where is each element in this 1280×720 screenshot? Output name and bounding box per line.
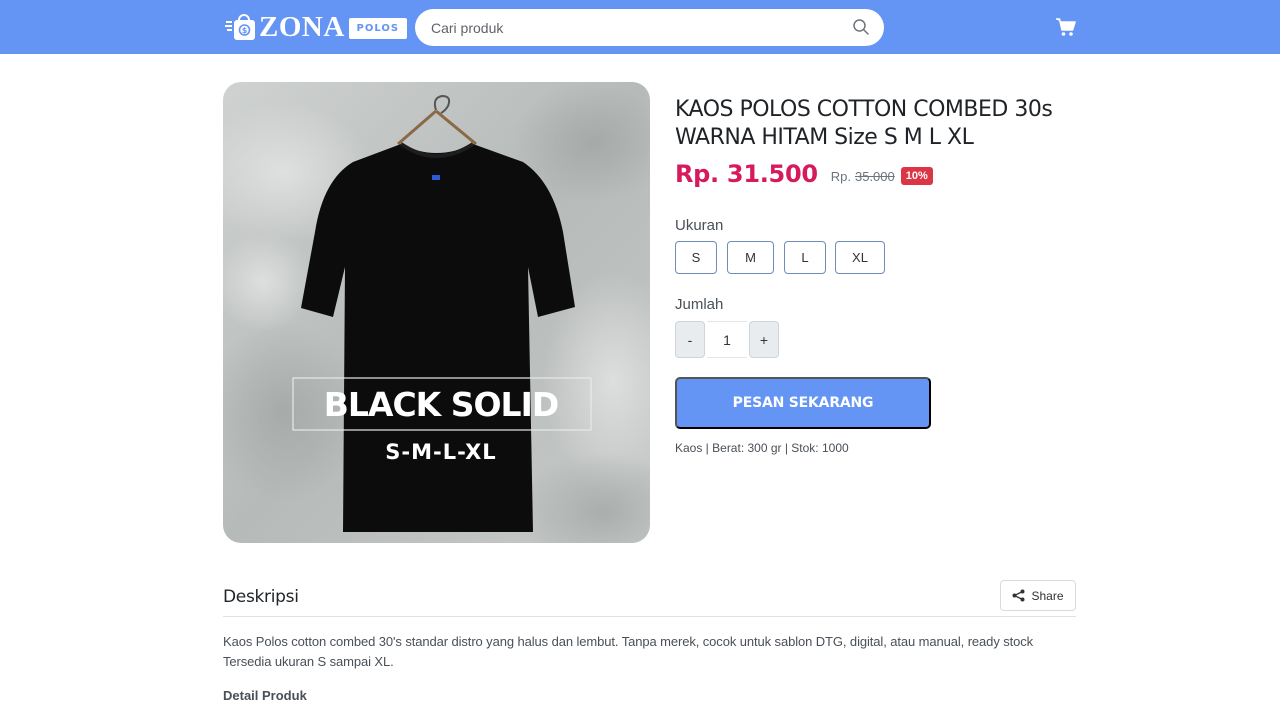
qty-input[interactable] (707, 321, 747, 358)
quantity-stepper: - + (675, 321, 779, 358)
order-now-button[interactable]: PESAN SEKARANG (675, 377, 931, 429)
product-price: Rp. 31.500 (675, 160, 818, 188)
original-price: 35.000 (854, 168, 895, 184)
brand-name: ZONA (259, 11, 345, 43)
cart-icon[interactable] (1056, 17, 1076, 37)
brand-badge: POLOS (348, 18, 407, 39)
description-text: Kaos Polos cotton combed 30's standar di… (223, 634, 1034, 669)
product-meta: Kaos | Berat: 300 gr | Stok: 1000 (675, 441, 849, 455)
description-divider (223, 616, 1076, 617)
size-options: S M L XL (675, 241, 885, 274)
size-label: Ukuran (675, 217, 724, 234)
detail-heading: Detail Produk (223, 688, 307, 703)
size-option-l[interactable]: L (784, 241, 826, 274)
qty-decrease-button[interactable]: - (675, 321, 705, 358)
qty-increase-button[interactable]: + (749, 321, 779, 358)
search-input[interactable] (415, 9, 835, 46)
discount-badge: 10% (900, 167, 933, 185)
product-image: BLACK SOLID S-M-L-XL (223, 82, 650, 543)
size-option-m[interactable]: M (727, 241, 774, 274)
search-bar (415, 9, 884, 46)
price-row: Rp. 31.500 Rp. 35.000 10% (675, 160, 933, 188)
search-icon[interactable] (852, 18, 870, 36)
size-option-xl[interactable]: XL (835, 241, 885, 274)
product-title: KAOS POLOS COTTON COMBED 30s WARNA HITAM… (675, 97, 1053, 150)
share-label: Share (1031, 588, 1064, 603)
original-price-label: Rp. (830, 168, 851, 184)
share-button[interactable]: Share (1000, 580, 1076, 611)
shopping-bag-logo-icon: $ (225, 12, 257, 42)
svg-text:$: $ (242, 26, 248, 35)
image-overlay-sizes: S-M-L-XL (385, 440, 496, 464)
description-heading: Deskripsi (223, 587, 299, 607)
image-overlay-title: BLACK SOLID (324, 385, 559, 424)
qty-label: Jumlah (675, 296, 724, 313)
share-icon (1012, 589, 1025, 602)
navbar: $ ZONA POLOS (0, 0, 1280, 54)
brand-logo[interactable]: $ ZONA POLOS (225, 11, 407, 43)
size-option-s[interactable]: S (675, 241, 717, 274)
